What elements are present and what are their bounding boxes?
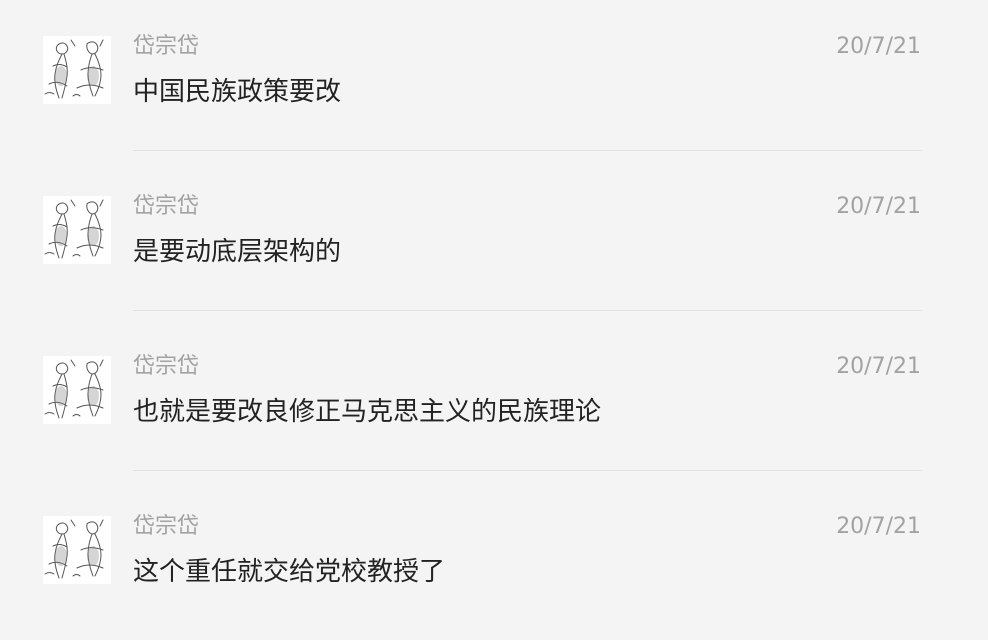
message-timestamp: 20/7/21 [836,354,921,379]
divider [133,470,922,471]
message-timestamp: 20/7/21 [836,34,921,59]
avatar-sketch-image [43,516,111,584]
message-item[interactable]: 岱宗岱 20/7/21 中国民族政策要改 [0,0,988,160]
message-text: 也就是要改良修正马克思主义的民族理论 [133,397,602,427]
message-item[interactable]: 岱宗岱 20/7/21 也就是要改良修正马克思主义的民族理论 [0,320,988,480]
message-text: 中国民族政策要改 [133,77,342,107]
message-timestamp: 20/7/21 [836,194,921,219]
divider [133,310,922,311]
avatar[interactable] [43,196,111,264]
avatar[interactable] [43,36,111,104]
message-item[interactable]: 岱宗岱 20/7/21 是要动底层架构的 [0,160,988,320]
sender-name: 岱宗岱 [133,34,200,59]
message-text: 这个重任就交给党校教授了 [133,557,446,587]
divider [133,150,922,151]
avatar[interactable] [43,356,111,424]
message-item[interactable]: 岱宗岱 20/7/21 这个重任就交给党校教授了 [0,480,988,640]
avatar[interactable] [43,516,111,584]
avatar-sketch-image [43,196,111,264]
avatar-sketch-image [43,356,111,424]
message-timestamp: 20/7/21 [836,514,921,539]
avatar-sketch-image [43,36,111,104]
message-list: 岱宗岱 20/7/21 中国民族政策要改 岱宗岱 20/7/21 是要动底层架构… [0,0,988,629]
sender-name: 岱宗岱 [133,354,200,379]
sender-name: 岱宗岱 [133,514,200,539]
sender-name: 岱宗岱 [133,194,200,219]
message-text: 是要动底层架构的 [133,237,342,267]
